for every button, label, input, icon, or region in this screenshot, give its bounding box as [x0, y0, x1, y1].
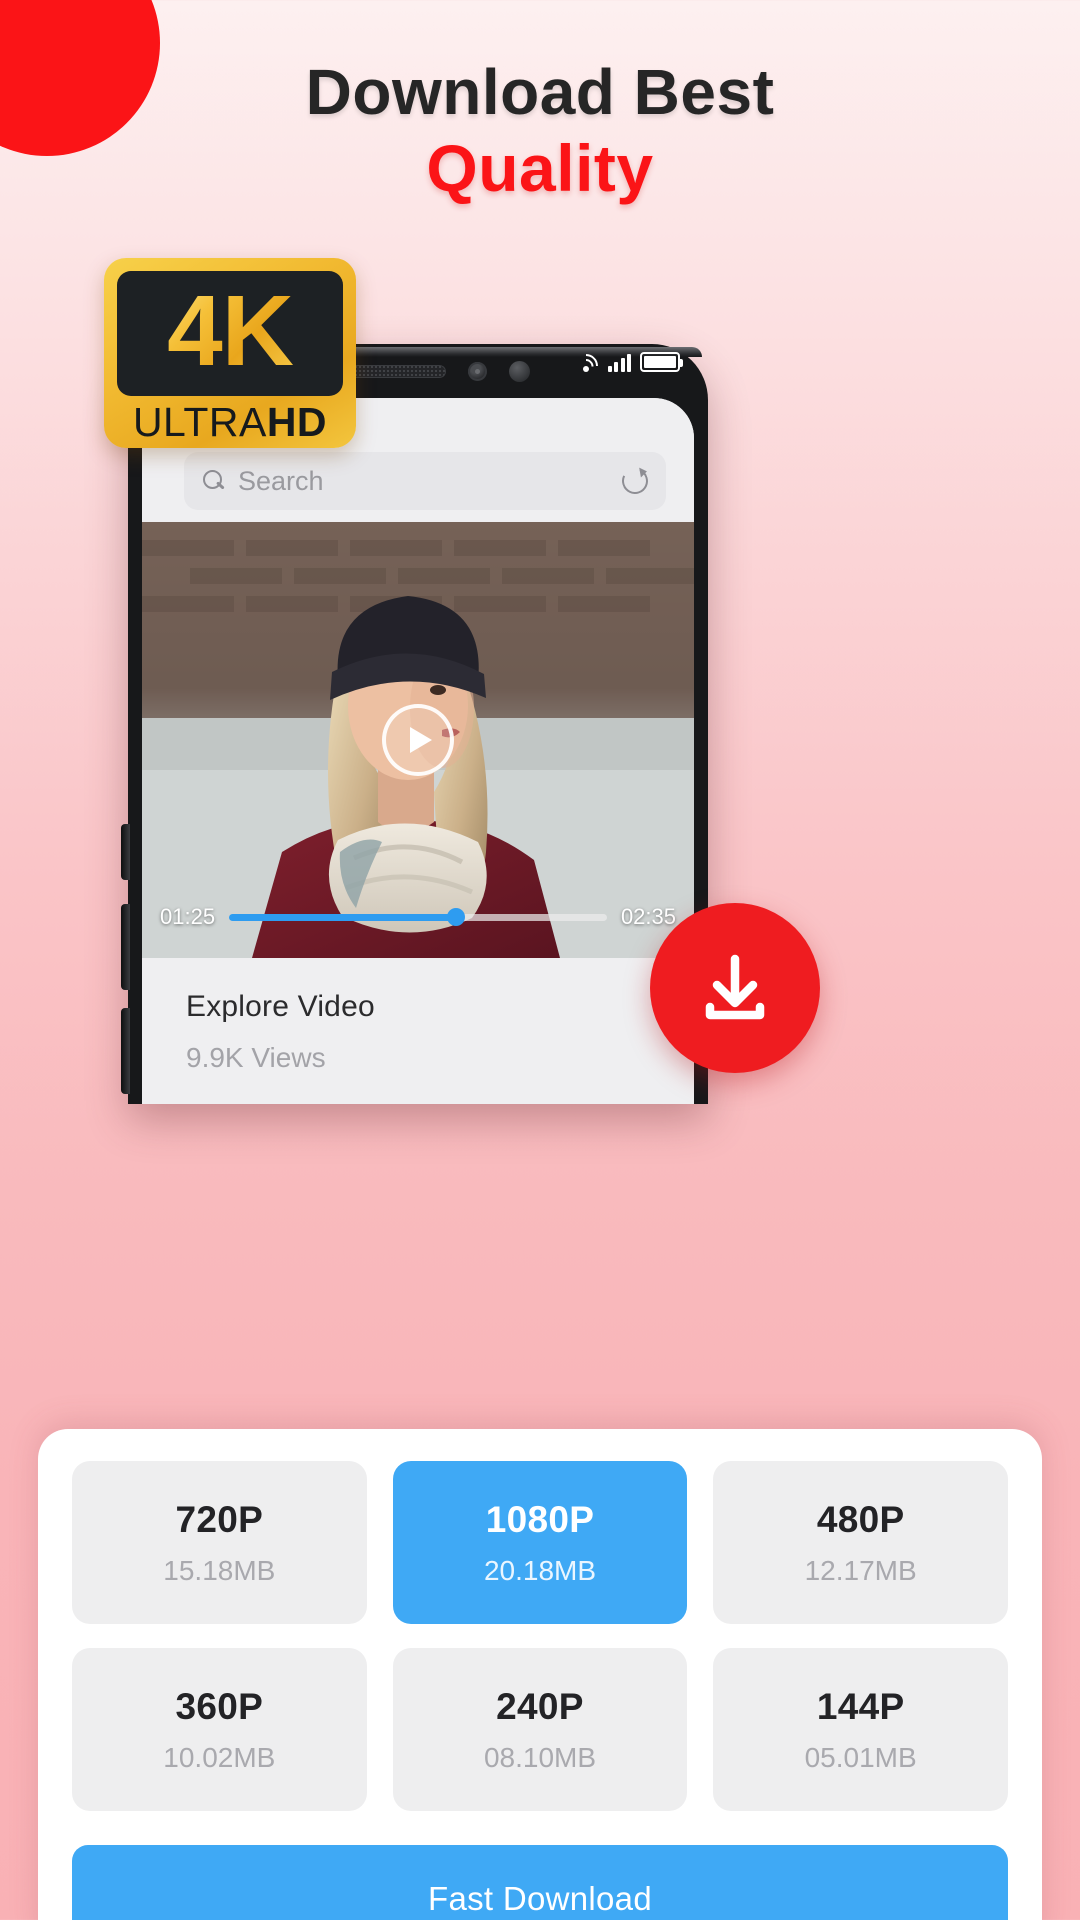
earpiece-speaker	[345, 364, 446, 378]
quality-filesize: 10.02MB	[163, 1741, 276, 1773]
seek-track[interactable]	[229, 908, 607, 926]
phone-volume-down-button[interactable]	[121, 1008, 130, 1094]
video-seek-bar[interactable]: 01:25 02:35	[160, 904, 676, 930]
page-title: Download Best Quality	[0, 56, 1080, 210]
light-sensor-icon	[467, 361, 487, 381]
phone-mute-button[interactable]	[121, 824, 130, 880]
quality-badge-4k: 4K ULTRAHD	[104, 258, 356, 448]
search-input[interactable]: Search	[184, 452, 666, 510]
quality-resolution: 720P	[175, 1498, 264, 1540]
quality-option-144p[interactable]: 144P 05.01MB	[713, 1648, 1008, 1811]
refresh-icon[interactable]	[620, 466, 650, 496]
quality-filesize: 20.18MB	[483, 1554, 597, 1586]
badge-subtitle-bold: HD	[266, 399, 328, 445]
quality-resolution: 360P	[175, 1685, 264, 1727]
quality-option-360p[interactable]: 360P 10.02MB	[72, 1648, 367, 1811]
badge-subtitle: ULTRAHD	[117, 396, 343, 448]
quality-resolution: 1080P	[485, 1498, 595, 1540]
video-meta: Explore Video 9.9K Views	[142, 958, 694, 1104]
quality-filesize: 08.10MB	[483, 1741, 597, 1773]
download-icon	[705, 954, 765, 1020]
badge-resolution-label: 4K	[167, 274, 294, 387]
phone-volume-up-button[interactable]	[121, 904, 130, 990]
fast-download-button[interactable]: Fast Download	[72, 1845, 1008, 1920]
quality-filesize: 15.18MB	[163, 1554, 276, 1586]
quality-selection-sheet: 720P 15.18MB 1080P 20.18MB 480P 12.17MB …	[38, 1429, 1042, 1920]
cellular-signal-icon	[607, 353, 631, 372]
badge-subtitle-light: ULTRA	[132, 399, 267, 445]
quality-filesize: 12.17MB	[804, 1554, 917, 1586]
badge-inner-panel: 4K	[117, 271, 343, 396]
current-time-label: 01:25	[160, 904, 216, 929]
play-icon[interactable]	[382, 704, 454, 776]
battery-full-icon	[640, 352, 683, 372]
search-placeholder: Search	[238, 465, 324, 496]
video-views: 9.9K Views	[186, 1042, 326, 1073]
quality-resolution: 240P	[496, 1685, 584, 1727]
headline-line-1: Download Best	[305, 56, 775, 128]
quality-grid: 720P 15.18MB 1080P 20.18MB 480P 12.17MB …	[72, 1461, 1008, 1811]
quality-option-720p[interactable]: 720P 15.18MB	[72, 1461, 367, 1624]
quality-resolution: 144P	[816, 1685, 905, 1727]
quality-filesize: 05.01MB	[804, 1741, 917, 1773]
wifi-icon	[569, 349, 603, 383]
total-time-label: 02:35	[620, 904, 676, 929]
quality-option-480p[interactable]: 480P 12.17MB	[713, 1461, 1008, 1624]
phone-mockup: Search 01:25 02:35 Explore Video 9.9K Vi…	[121, 344, 715, 1104]
seek-progress	[229, 913, 456, 921]
status-bar	[569, 349, 683, 383]
quality-option-240p[interactable]: 240P 08.10MB	[392, 1648, 688, 1811]
headline-line-2: Quality	[426, 131, 654, 206]
phone-screen: Search 01:25 02:35 Explore Video 9.9K Vi…	[142, 398, 694, 1104]
video-title: Explore Video	[186, 990, 375, 1023]
search-icon	[202, 469, 226, 493]
video-player[interactable]: 01:25 02:35	[142, 522, 694, 958]
download-fab-button[interactable]	[650, 903, 820, 1073]
quality-option-1080p[interactable]: 1080P 20.18MB	[392, 1461, 688, 1624]
quality-resolution: 480P	[816, 1498, 905, 1540]
front-camera-icon	[508, 360, 530, 382]
seek-handle[interactable]	[446, 908, 465, 926]
